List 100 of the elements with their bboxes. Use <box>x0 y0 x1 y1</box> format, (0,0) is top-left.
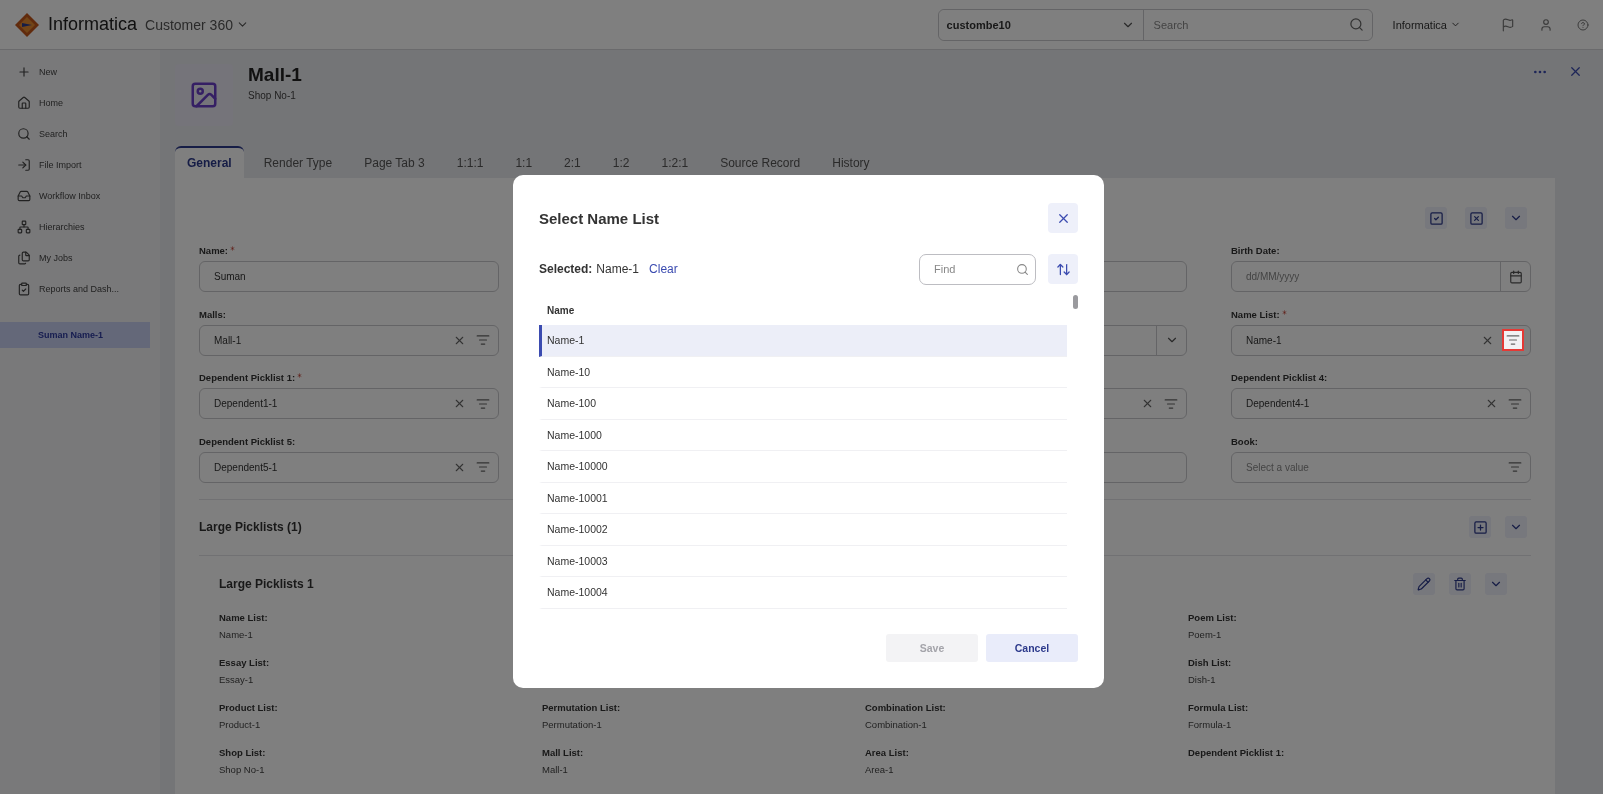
list-picker-button[interactable] <box>1502 329 1524 351</box>
product-switcher[interactable]: Customer 360 <box>145 16 249 33</box>
sidebar-icon <box>17 250 31 265</box>
field-label: Dependent Picklist 5: <box>199 435 296 447</box>
record-subtitle: Shop No-1 <box>248 90 297 101</box>
edit-icon[interactable] <box>1413 572 1435 595</box>
form-field[interactable]: dd/MM/yyyy <box>1231 261 1531 292</box>
sidebar-item[interactable]: Workflow Inbox <box>0 180 150 211</box>
detail-value: Poem-1 <box>1188 628 1223 640</box>
detail-label: Dish List: <box>1188 656 1233 668</box>
detail-label: Mall List: <box>542 746 585 758</box>
detail-value: Essay-1 <box>219 673 255 685</box>
detail-label: Essay List: <box>219 656 271 668</box>
scrollbar-thumb[interactable] <box>1073 295 1078 309</box>
add-icon[interactable] <box>1469 516 1491 538</box>
sidebar-item[interactable]: My Jobs <box>0 242 150 273</box>
sidebar-item[interactable]: Reports and Dash... <box>0 273 150 304</box>
form-field[interactable]: Dependent5-1 <box>199 451 499 483</box>
sidebar-item[interactable]: New <box>0 56 150 87</box>
detail-label: Shop List: <box>219 746 267 758</box>
form-field[interactable]: Name-1 <box>1231 324 1531 356</box>
field-label: Birth Date: <box>1231 245 1280 256</box>
brand-name: Informatica <box>48 14 138 35</box>
field-input[interactable]: Dependent4-1 <box>1244 397 1483 410</box>
x-square-icon[interactable] <box>1465 207 1487 229</box>
detail-label: Name List: <box>219 611 269 623</box>
sidebar-icon <box>17 281 31 296</box>
form-field[interactable]: Dependent1-1 <box>199 388 499 419</box>
field-input[interactable]: dd/MM/yyyy <box>1244 270 1500 283</box>
close-icon[interactable] <box>1048 203 1078 233</box>
chevron-icon[interactable] <box>1505 207 1527 229</box>
form-field[interactable]: Dependent4-1 <box>1231 388 1531 419</box>
calendar-icon <box>1508 269 1523 284</box>
detail-label: Poem List: <box>1188 611 1238 623</box>
section-title: Large Picklists (1) <box>199 520 302 534</box>
field-input[interactable]: Name-1 <box>1244 333 1479 347</box>
tab[interactable]: 1:1 <box>503 146 545 178</box>
field-label: Dependent Picklist 4: <box>1231 372 1328 383</box>
tab[interactable]: History <box>820 146 882 178</box>
detail-value: Dish-1 <box>1188 673 1217 685</box>
form-field[interactable]: Suman <box>199 261 499 292</box>
dialog-title: Select Name List <box>539 209 660 227</box>
tab[interactable]: 1:2 <box>600 146 642 178</box>
tab[interactable]: Source Record <box>708 146 813 178</box>
close-icon[interactable] <box>1568 64 1583 79</box>
detail-value: Shop No-1 <box>219 763 266 775</box>
tab[interactable]: 1:1:1 <box>444 146 496 178</box>
tab[interactable]: 2:1 <box>552 146 593 178</box>
org-switcher[interactable]: Informatica <box>1386 17 1467 32</box>
help-icon[interactable] <box>1577 18 1589 31</box>
detail-value: Formula-1 <box>1188 718 1233 730</box>
sidebar-icon <box>17 95 31 110</box>
field-input[interactable]: Dependent5-1 <box>212 460 451 474</box>
flag-icon[interactable] <box>1501 17 1515 32</box>
search-icon <box>1016 262 1029 276</box>
sidebar-icon <box>17 219 31 234</box>
field-label: Book: <box>1231 435 1258 447</box>
find-input[interactable]: Find <box>932 262 1016 276</box>
tab[interactable]: 1:2:1 <box>649 146 701 178</box>
form-field[interactable]: Mall-1 <box>199 324 499 356</box>
field-label: Malls: <box>199 308 226 320</box>
clear-link[interactable]: Clear <box>649 262 678 276</box>
field-input[interactable]: Mall-1 <box>212 333 451 347</box>
list-row[interactable]: Name-1 <box>539 325 1067 357</box>
detail-label: Permutation List: <box>542 701 622 713</box>
column-header: Name <box>546 303 576 318</box>
user-icon[interactable] <box>1539 17 1553 32</box>
sidebar-icon <box>17 64 31 79</box>
sidebar-item[interactable]: Search <box>0 118 150 149</box>
selected-value: Name-1 <box>596 262 640 276</box>
detail-label: Dependent Picklist 1: <box>1188 746 1286 758</box>
detail-label: Combination List: <box>865 701 947 713</box>
detail-value: Permutation-1 <box>542 718 603 730</box>
selected-label: Selected: <box>539 262 593 276</box>
field-label: Name: <box>199 245 229 256</box>
list-icon <box>1508 396 1522 411</box>
tab[interactable]: Render Type <box>251 146 345 178</box>
check-square-icon[interactable] <box>1425 207 1447 229</box>
field-input[interactable]: Dependent1-1 <box>212 397 451 410</box>
list-icon <box>476 396 490 411</box>
list-icon <box>1508 460 1522 474</box>
record-title: Mall-1 <box>248 64 302 86</box>
chevron-icon[interactable] <box>1505 516 1527 538</box>
chevron-icon[interactable] <box>1485 572 1507 595</box>
recent-record-link[interactable]: Suman Name-1 <box>0 322 150 348</box>
field-input[interactable]: Suman <box>212 270 498 283</box>
find-field[interactable]: Find <box>919 253 1036 285</box>
tab[interactable]: Page Tab 3 <box>352 146 437 178</box>
list-icon <box>1506 333 1520 347</box>
tab[interactable]: General <box>175 146 244 178</box>
delete-icon[interactable] <box>1449 572 1471 595</box>
sort-icon[interactable] <box>1048 254 1078 284</box>
detail-label: Product List: <box>219 701 279 713</box>
detail-value: Combination-1 <box>865 718 928 730</box>
sidebar-item[interactable]: File Import <box>0 149 150 180</box>
dialog-button[interactable]: Cancel <box>986 634 1078 662</box>
detail-value: Area-1 <box>865 763 895 775</box>
sidebar-item[interactable]: Hierarchies <box>0 211 150 242</box>
list-icon <box>476 460 490 474</box>
sidebar-item[interactable]: Home <box>0 87 150 118</box>
